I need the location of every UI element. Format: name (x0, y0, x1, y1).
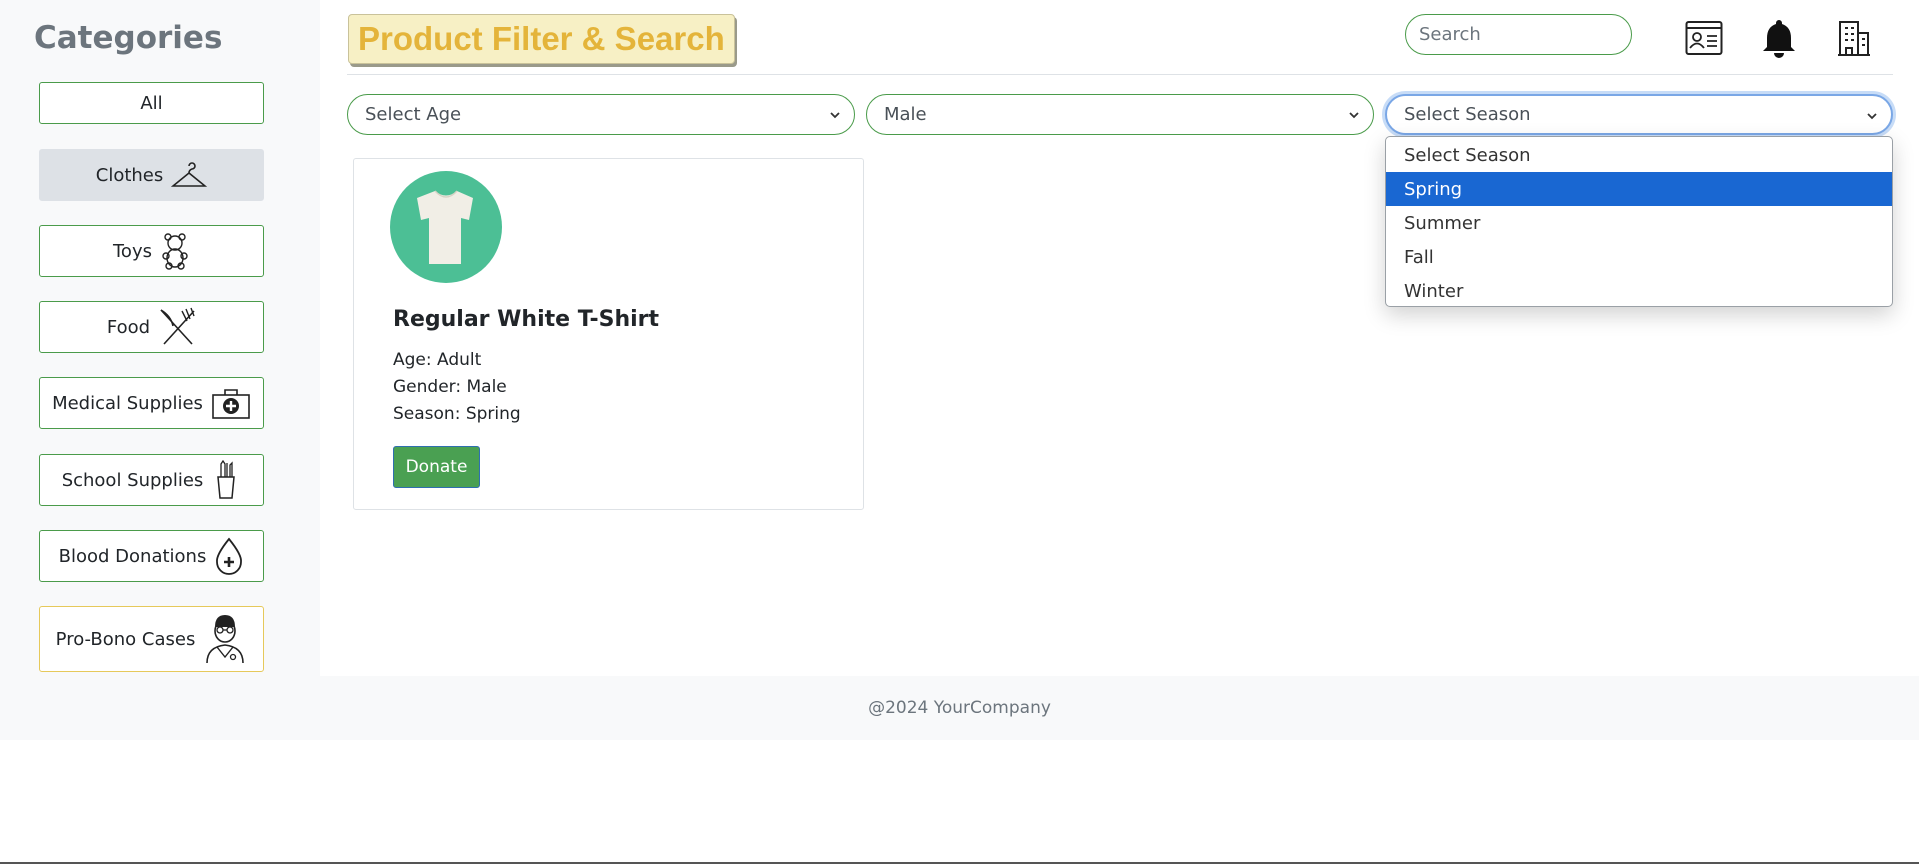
footer: @2024 YourCompany (0, 676, 1919, 740)
product-image (390, 171, 502, 283)
chevron-down-icon (1867, 113, 1877, 120)
category-label: Medical Supplies (52, 392, 203, 414)
category-medical-supplies-button[interactable]: Medical Supplies (39, 377, 264, 429)
search-input[interactable]: Search (1405, 14, 1632, 55)
category-pro-bono-cases-button[interactable]: Pro-Bono Cases (39, 606, 264, 672)
category-label: Blood Donations (58, 545, 207, 567)
category-label: School Supplies (61, 469, 204, 491)
hanger-icon (171, 162, 208, 187)
fork-knife-icon (160, 307, 195, 345)
brand-title[interactable]: Product Filter & Search (348, 14, 735, 64)
product-card: Regular White T-Shirt Age: Adult Gender:… (353, 158, 864, 510)
category-label: Toys (113, 240, 152, 262)
category-school-supplies-button[interactable]: School Supplies (39, 454, 264, 506)
season-dropdown-list: Select Season Spring Summer Fall Winter (1385, 136, 1893, 307)
product-age: Age: Adult (393, 350, 482, 370)
bell-icon[interactable] (1761, 18, 1797, 58)
doctor-icon (206, 615, 245, 664)
chevron-down-icon (830, 112, 840, 119)
season-select[interactable]: Select Season (1385, 94, 1893, 135)
season-option-summer[interactable]: Summer (1386, 206, 1892, 240)
gender-select[interactable]: Male (866, 94, 1374, 135)
season-option-winter[interactable]: Winter (1386, 274, 1892, 306)
category-clothes-button[interactable]: Clothes (39, 149, 264, 201)
building-icon[interactable] (1837, 19, 1871, 57)
season-select-value: Select Season (1404, 104, 1531, 125)
search-placeholder: Search (1419, 24, 1481, 45)
page: Categories All Clothes Toys Food Medical… (0, 0, 1919, 864)
category-label: Pro-Bono Cases (55, 628, 196, 650)
header-divider (347, 74, 1893, 75)
gender-select-value: Male (884, 104, 927, 125)
category-food-button[interactable]: Food (39, 301, 264, 353)
category-all-button[interactable]: All (39, 82, 264, 124)
id-card-icon[interactable] (1685, 20, 1723, 56)
category-label: Clothes (95, 164, 164, 186)
chevron-down-icon (1349, 112, 1359, 119)
product-name: Regular White T-Shirt (393, 307, 660, 332)
category-label: All (140, 92, 163, 114)
season-option-spring[interactable]: Spring (1386, 172, 1892, 206)
tshirt-icon (417, 190, 473, 264)
sidebar: Categories All Clothes Toys Food Medical… (0, 0, 320, 676)
footer-text: @2024 YourCompany (868, 698, 1051, 718)
donate-button[interactable]: Donate (393, 446, 480, 488)
season-option-fall[interactable]: Fall (1386, 240, 1892, 274)
category-label: Food (106, 316, 151, 338)
blood-drop-icon (216, 537, 243, 575)
age-select-value: Select Age (365, 104, 462, 125)
category-toys-button[interactable]: Toys (39, 225, 264, 277)
pencil-cup-icon (217, 460, 236, 499)
season-option-select[interactable]: Select Season (1386, 138, 1892, 172)
first-aid-kit-icon (212, 389, 250, 419)
sidebar-title: Categories (34, 20, 223, 56)
product-season: Season: Spring (393, 404, 521, 424)
teddy-bear-icon (162, 233, 188, 270)
category-blood-donations-button[interactable]: Blood Donations (39, 530, 264, 582)
age-select[interactable]: Select Age (347, 94, 855, 135)
product-gender: Gender: Male (393, 377, 507, 397)
